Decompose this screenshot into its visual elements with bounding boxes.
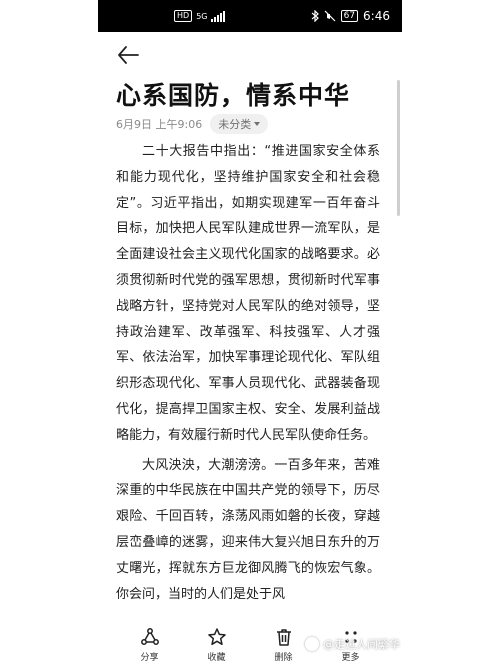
notes-app-screen: HD 5G 67 6:46 心系国防，情系中华 6月9日 上午9:06 未分类 — [98, 0, 402, 667]
favorite-label: 收藏 — [207, 653, 226, 663]
status-left: HD 5G — [174, 10, 226, 22]
star-icon — [207, 628, 226, 646]
note-body[interactable]: 二十大报告中指出：“推进国家安全体系和能力现代化，坚持维护国家安全和社会稳定”。… — [116, 139, 380, 611]
arrow-left-icon — [118, 46, 139, 64]
delete-label: 删除 — [274, 653, 293, 663]
battery-icon: 67 — [340, 10, 359, 22]
note-meta: 6月9日 上午9:06 未分类 — [116, 114, 269, 134]
watermark: @走过人间繁华 — [305, 636, 400, 652]
paragraph-2: 大风泱泱，大潮滂滂。一百多年来，苦难深重的中华民族在中国共产党的领导下，历尽艰险… — [116, 457, 380, 602]
network-type: 5G — [196, 11, 208, 21]
share-button[interactable]: 分享 — [126, 627, 174, 663]
note-date: 6月9日 上午9:06 — [116, 118, 203, 131]
hd-icon: HD — [174, 10, 193, 22]
mute-icon — [324, 10, 336, 22]
status-right: 67 6:46 — [311, 9, 390, 23]
scrollbar[interactable] — [397, 80, 400, 216]
watermark-logo-icon — [305, 637, 319, 651]
category-dropdown[interactable]: 未分类 — [210, 114, 269, 134]
trash-icon — [276, 629, 291, 646]
chevron-down-icon — [254, 122, 261, 126]
bluetooth-icon — [311, 10, 319, 22]
signal-icon — [211, 10, 226, 22]
back-button[interactable] — [116, 44, 140, 66]
delete-button[interactable]: 删除 — [260, 627, 308, 663]
watermark-text: @走过人间繁华 — [323, 638, 400, 651]
share-label: 分享 — [140, 653, 159, 663]
paragraph-1: 二十大报告中指出：“推进国家安全体系和能力现代化，坚持维护国家安全和社会稳定”。… — [116, 144, 380, 443]
note-title[interactable]: 心系国防，情系中华 — [116, 76, 350, 112]
category-label: 未分类 — [218, 118, 252, 131]
clock: 6:46 — [363, 9, 390, 23]
share-icon — [140, 628, 159, 645]
favorite-button[interactable]: 收藏 — [193, 627, 241, 663]
status-bar: HD 5G 67 6:46 — [98, 0, 402, 32]
